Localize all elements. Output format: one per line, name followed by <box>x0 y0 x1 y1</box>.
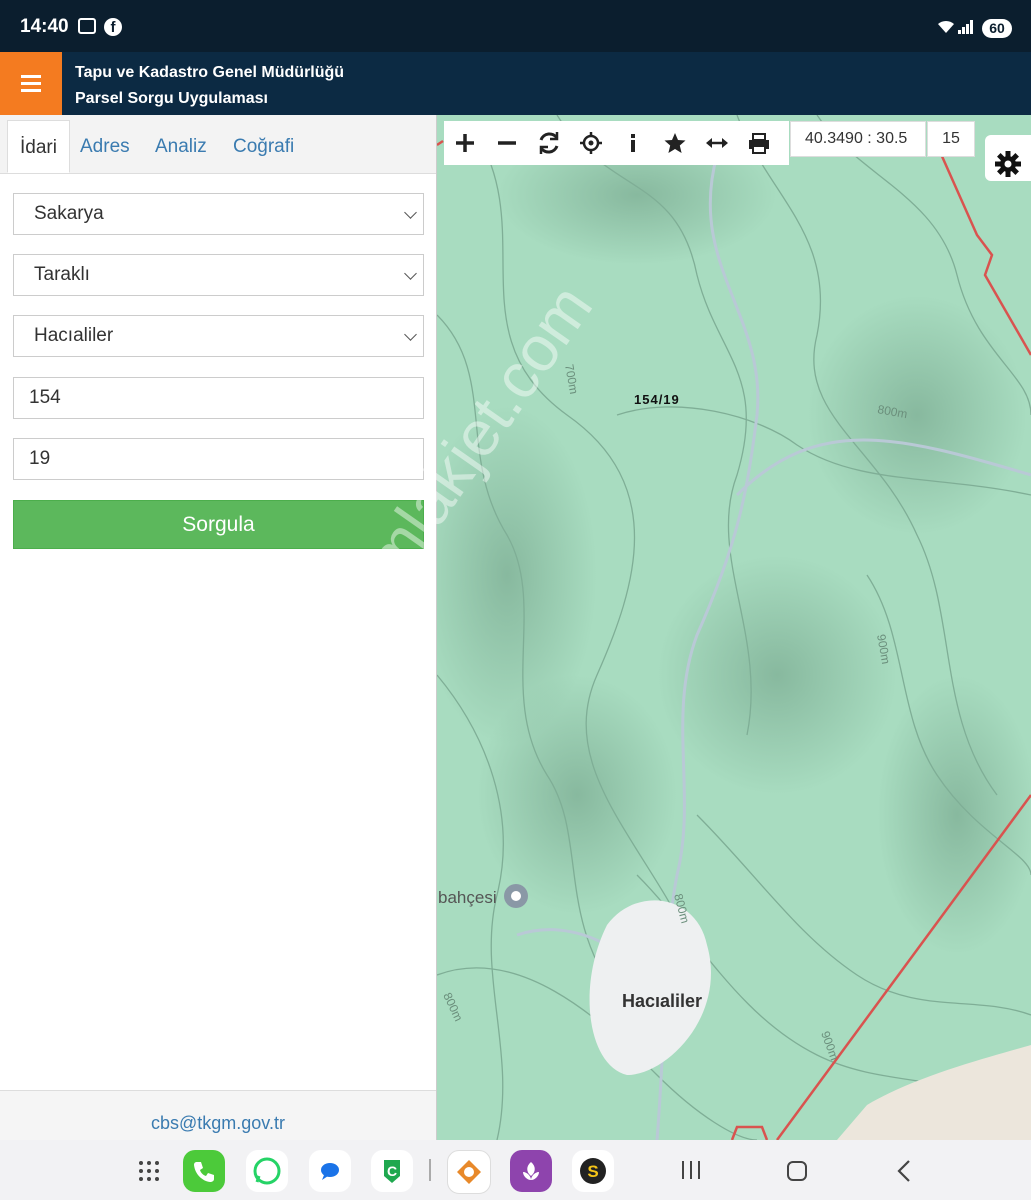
terrain-shade <box>877 675 1031 955</box>
parcel-label[interactable]: 154/19 <box>634 392 680 407</box>
chevron-down-icon <box>404 267 417 280</box>
tab-adres[interactable]: Adres <box>68 120 142 173</box>
province-value: Sakarya <box>34 203 104 224</box>
terrain-shade <box>807 295 1027 535</box>
parcel-value: 19 <box>29 448 51 469</box>
province-select[interactable]: Sakarya <box>13 193 424 235</box>
terrain-shade <box>657 555 897 795</box>
block-input[interactable]: 154 <box>13 377 424 419</box>
dock-divider <box>429 1159 431 1181</box>
header-title: Tapu ve Kadastro Genel Müdürlüğü <box>75 64 345 81</box>
edevlet-app-icon[interactable] <box>447 1150 491 1194</box>
coordinates-display[interactable]: 40.3490 : 30.5 <box>790 121 926 157</box>
header-subtitle: Parsel Sorgu Uygulaması <box>75 90 268 107</box>
status-time: 14:40 <box>20 16 69 37</box>
s-app-icon[interactable]: S <box>572 1150 614 1192</box>
gear-icon <box>995 151 1021 177</box>
home-button[interactable] <box>786 1160 808 1182</box>
contact-email-link[interactable]: cbs@tkgm.gov.tr <box>151 1113 285 1134</box>
horizontal-arrows-icon <box>706 138 728 148</box>
flower-app-icon[interactable] <box>510 1150 552 1192</box>
back-button[interactable] <box>895 1159 913 1183</box>
printer-icon <box>749 133 769 154</box>
tab-analiz[interactable]: Analiz <box>143 120 219 173</box>
minus-icon <box>498 141 516 145</box>
map-toolbar <box>444 121 789 165</box>
plus-icon <box>456 134 474 152</box>
locate-button[interactable] <box>570 121 612 165</box>
hamburger-menu-button[interactable] <box>0 52 62 115</box>
print-button[interactable] <box>738 121 780 165</box>
settings-button[interactable] <box>985 135 1031 181</box>
status-bar: 14:40 f 60 <box>0 0 1031 52</box>
district-select[interactable]: Taraklı <box>13 254 424 296</box>
favorite-button[interactable] <box>654 121 696 165</box>
phone-app-icon[interactable] <box>183 1150 225 1192</box>
tab-cografi[interactable]: Coğrafi <box>221 120 306 173</box>
terrain-shade <box>477 675 677 915</box>
screen-recorder-icon <box>78 18 96 34</box>
map-canvas: 700m 800m 900m 800m 800m 900m <box>437 115 1031 1140</box>
wifi-icon <box>936 18 956 38</box>
map-view[interactable]: 700m 800m 900m 800m 800m 900m <box>437 115 1031 1140</box>
system-nav-bar: C S <box>0 1140 1031 1200</box>
recent-apps-button[interactable] <box>680 1160 702 1180</box>
star-icon <box>664 133 686 153</box>
zoom-level-display[interactable]: 15 <box>927 121 975 157</box>
app-drawer-icon[interactable] <box>138 1160 160 1182</box>
messages-app-icon[interactable] <box>309 1150 351 1192</box>
app-header: Tapu ve Kadastro Genel Müdürlüğü Parsel … <box>0 52 1031 115</box>
info-icon <box>631 134 635 152</box>
zoom-in-button[interactable] <box>444 121 486 165</box>
svg-text:C: C <box>387 1163 397 1179</box>
tab-idari[interactable]: İdari <box>7 120 70 173</box>
village-label: Hacıaliler <box>622 991 703 1011</box>
facebook-icon: f <box>104 18 122 36</box>
district-value: Taraklı <box>34 264 90 285</box>
svg-text:S: S <box>587 1162 598 1181</box>
battery-indicator: 60 <box>982 19 1012 38</box>
parcel-input[interactable]: 19 <box>13 438 424 480</box>
c-app-icon[interactable]: C <box>371 1150 413 1192</box>
measure-button[interactable] <box>696 121 738 165</box>
refresh-button[interactable] <box>528 121 570 165</box>
block-value: 154 <box>29 387 61 408</box>
crosshair-icon <box>580 132 602 154</box>
signal-icon <box>958 20 974 34</box>
poi-label: bahçesi <box>438 888 497 907</box>
chevron-down-icon <box>404 206 417 219</box>
footer: cbs@tkgm.gov.tr <box>0 1090 436 1141</box>
info-button[interactable] <box>612 121 654 165</box>
query-panel: İdari Adres Analiz Coğrafi Sakarya Tarak… <box>0 115 437 1141</box>
refresh-icon <box>539 132 559 154</box>
whatsapp-app-icon[interactable] <box>246 1150 288 1192</box>
tab-bar: İdari Adres Analiz Coğrafi <box>0 115 436 174</box>
chevron-down-icon <box>404 328 417 341</box>
zoom-out-button[interactable] <box>486 121 528 165</box>
neighborhood-value: Hacıaliler <box>34 325 114 346</box>
neighborhood-select[interactable]: Hacıaliler <box>13 315 424 357</box>
